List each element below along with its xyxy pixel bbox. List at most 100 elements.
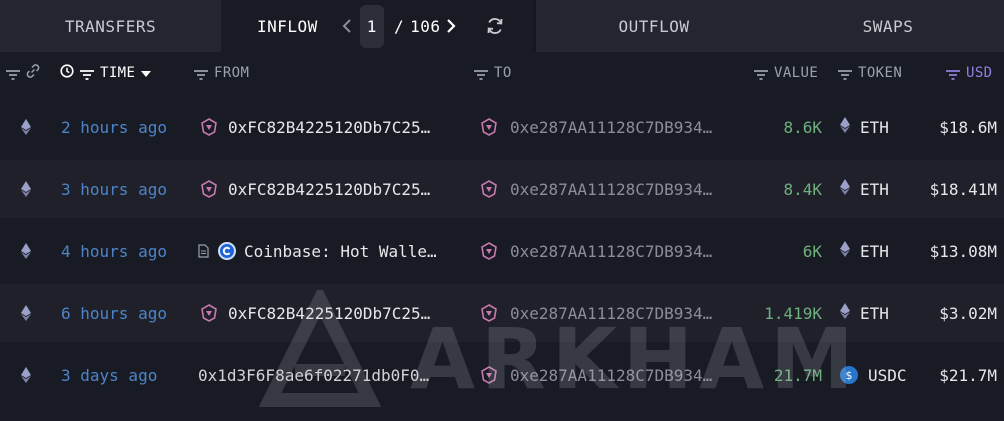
usd-cell: $18.41M [929,179,997,199]
to-address[interactable]: 0xe287AA11128C7DB934… [478,222,712,280]
usdc-token-icon: $ [840,366,858,384]
ethereum-chain-icon [16,160,36,218]
from-address-text: 0xFC82B4225120Db7C25… [228,117,431,137]
from-entity-text: Coinbase: Hot Walle… [244,241,437,261]
table-row[interactable]: 4 hours ago Coinbase: Hot Walle… 0xe287A… [0,222,1004,280]
tab-transfers[interactable]: TRANSFERS [0,0,221,52]
usd-cell: $3.02M [939,303,997,323]
entity-icon [198,302,220,324]
header-from-label: FROM [214,65,250,81]
time-link[interactable]: 6 hours ago [61,284,167,342]
tab-outflow[interactable]: OUTFLOW [536,0,772,52]
document-icon [198,244,210,258]
tab-swaps[interactable]: SWAPS [772,0,1004,52]
from-address[interactable]: 0xFC82B4225120Db7C25… [198,98,430,156]
from-address-text: 0x1d3F6F8ae6f02271db0F0… [198,365,430,385]
tab-inflow-label: INFLOW [257,16,318,36]
table-row[interactable]: 6 hours ago 0xFC82B4225120Db7C25… 0xe287… [0,284,1004,342]
entity-icon [478,364,500,386]
time-link[interactable]: 3 hours ago [61,160,167,218]
ethereum-token-icon [840,303,850,323]
from-address[interactable]: Coinbase: Hot Walle… [198,222,437,280]
to-address-text: 0xe287AA11128C7DB934… [510,179,713,199]
usd-cell: $21.7M [939,365,997,385]
time-link[interactable]: 4 hours ago [61,222,167,280]
to-address-text: 0xe287AA11128C7DB934… [510,365,713,385]
ethereum-chain-icon [16,98,36,156]
token-cell[interactable]: ETH [840,284,889,342]
ethereum-token-icon [840,241,850,261]
header-token[interactable]: TOKEN [838,52,902,94]
entity-icon [478,240,500,262]
to-address[interactable]: 0xe287AA11128C7DB934… [478,98,712,156]
filter-icon[interactable] [6,68,20,80]
from-address[interactable]: 0xFC82B4225120Db7C25… [198,284,430,342]
token-cell[interactable]: $ USDC [840,346,907,404]
token-cell[interactable]: ETH [840,222,889,280]
chevron-left-icon[interactable] [338,18,356,34]
value-cell: 21.7M [773,365,822,385]
value-cell: 6K [802,241,822,261]
header-value[interactable]: VALUE [754,52,818,94]
table-row[interactable]: 3 days ago 0x1d3F6F8ae6f02271db0F0… 0xe2… [0,346,1004,404]
entity-icon [198,178,220,200]
ethereum-token-icon [840,117,850,137]
token-symbol: ETH [860,179,889,199]
ethereum-chain-icon [16,284,36,342]
header-value-label: VALUE [774,65,819,81]
page-number-current[interactable]: 1 [359,4,384,48]
entity-icon [198,116,220,138]
to-address-text: 0xe287AA11128C7DB934… [510,241,713,261]
usd-cell: $13.08M [929,241,997,261]
filter-icon[interactable] [194,68,208,80]
header-from[interactable]: FROM [194,52,249,94]
token-symbol: ETH [860,241,889,261]
tab-bar: TRANSFERS INFLOW 1 / 106 OUTFLOW SWAPS [0,0,1004,52]
from-address[interactable]: 0x1d3F6F8ae6f02271db0F0… [198,346,429,404]
filter-icon[interactable] [946,68,960,80]
token-symbol: ETH [860,303,889,323]
usd-cell: $18.6M [939,117,997,137]
header-token-label: TOKEN [858,65,903,81]
entity-icon [478,302,500,324]
time-link[interactable]: 2 hours ago [61,98,167,156]
table-row[interactable]: 3 hours ago 0xFC82B4225120Db7C25… 0xe287… [0,160,1004,218]
from-address-text: 0xFC82B4225120Db7C25… [228,179,431,199]
sort-down-icon[interactable] [141,65,152,81]
header-time[interactable]: TIME [60,52,152,94]
value-cell: 1.419K [764,303,822,323]
table-header: TIME FROM TO VALUE TOKEN USD [0,52,1004,94]
header-usd[interactable]: USD [946,52,993,94]
ethereum-token-icon [840,179,850,199]
filter-icon[interactable] [474,68,488,80]
to-address[interactable]: 0xe287AA11128C7DB934… [478,160,712,218]
entity-icon [478,116,500,138]
table-row[interactable]: 2 hours ago 0xFC82B4225120Db7C25… 0xe287… [0,98,1004,156]
header-to[interactable]: TO [474,52,512,94]
page-separator: / [393,16,405,36]
from-address[interactable]: 0xFC82B4225120Db7C25… [198,160,430,218]
filter-icon[interactable] [80,68,94,80]
entity-icon [478,178,500,200]
to-address-text: 0xe287AA11128C7DB934… [510,117,713,137]
header-usd-label: USD [966,65,993,81]
header-filter-group [6,52,40,94]
clock-icon [60,64,74,82]
from-address-text: 0xFC82B4225120Db7C25… [228,303,431,323]
coinbase-icon [218,242,236,260]
tab-inflow[interactable]: INFLOW 1 / 106 [221,0,533,52]
token-cell[interactable]: ETH [840,160,889,218]
value-cell: 8.6K [783,117,822,137]
chevron-right-icon[interactable] [442,18,460,34]
ethereum-chain-icon [16,222,36,280]
to-address[interactable]: 0xe287AA11128C7DB934… [478,346,712,404]
filter-icon[interactable] [838,68,852,80]
token-cell[interactable]: ETH [840,98,889,156]
link-icon[interactable] [26,64,40,82]
header-time-label: TIME [100,65,136,81]
time-link[interactable]: 3 days ago [61,346,157,404]
refresh-icon[interactable] [484,15,506,37]
filter-icon[interactable] [754,68,768,80]
to-address[interactable]: 0xe287AA11128C7DB934… [478,284,712,342]
value-cell: 8.4K [783,179,822,199]
